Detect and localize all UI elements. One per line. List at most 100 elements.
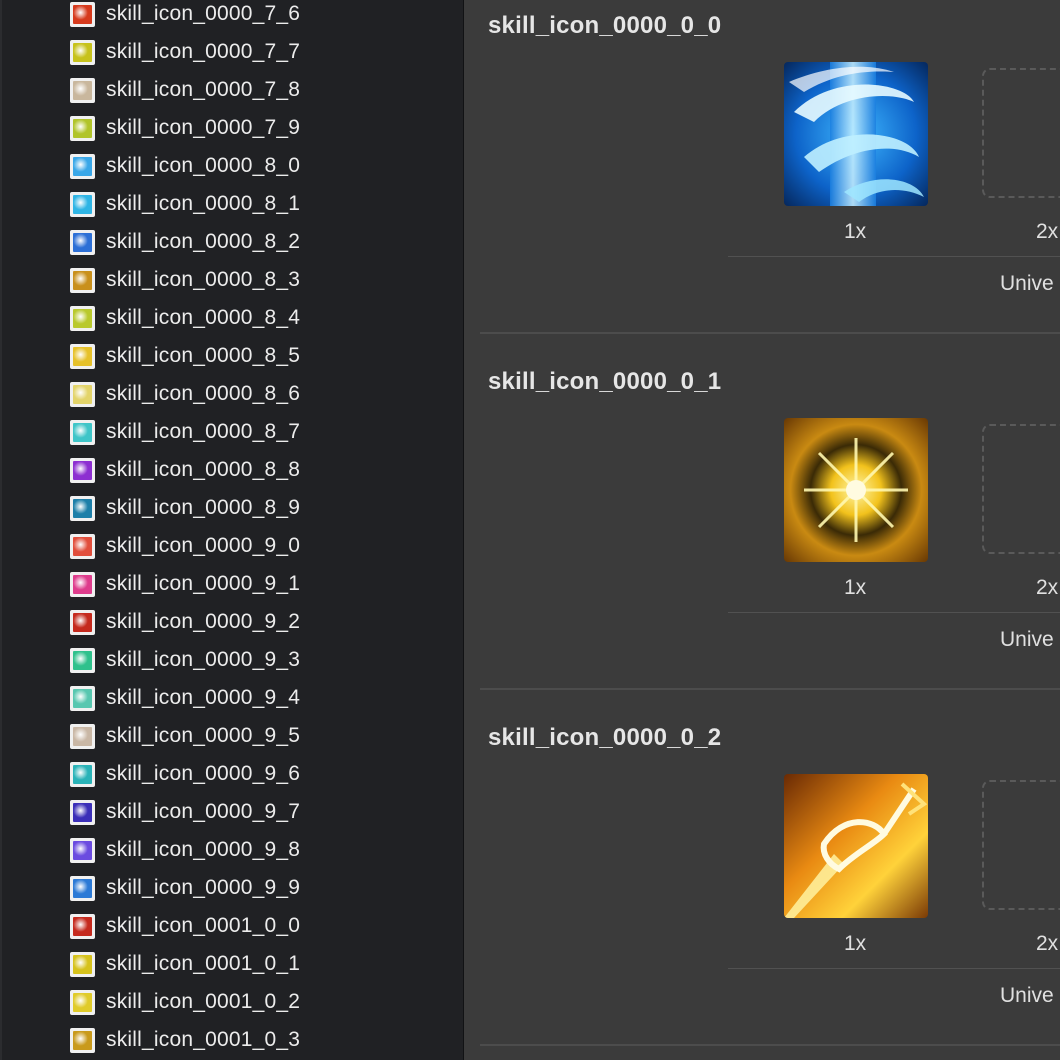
sidebar-item[interactable]: skill_icon_0000_9_1: [70, 566, 450, 602]
scale-label-1x: 1x: [844, 932, 867, 955]
skill-thumbnail-icon: [70, 305, 95, 331]
sidebar-item[interactable]: skill_icon_0000_8_9: [70, 490, 450, 526]
section-divider: [480, 1044, 1060, 1046]
scale-label-2x: 2x: [1036, 220, 1059, 243]
sidebar-item[interactable]: skill_icon_0000_7_6: [70, 0, 450, 32]
skill-thumbnail-icon: [70, 419, 95, 445]
sidebar-item-label: skill_icon_0000_8_6: [106, 382, 301, 405]
sidebar-item[interactable]: skill_icon_0000_8_3: [70, 262, 450, 298]
device-label: Unive: [1000, 272, 1054, 295]
sidebar-item-label: skill_icon_0000_8_8: [106, 458, 301, 481]
sidebar-edge: [0, 0, 2, 1060]
sidebar-item-label: skill_icon_0001_0_3: [106, 1028, 301, 1051]
skill-thumbnail-icon: [70, 837, 95, 863]
sidebar-item[interactable]: skill_icon_0000_8_0: [70, 148, 450, 184]
sidebar-item[interactable]: skill_icon_0001_0_2: [70, 984, 450, 1020]
skill-thumbnail-icon: [70, 875, 95, 901]
asset-list-sidebar: skill_icon_0000_7_6 skill_icon_0000_7_7sk…: [0, 0, 464, 1060]
scale-label-2x: 2x: [1036, 576, 1059, 599]
sidebar-item-label: skill_icon_0000_8_2: [106, 230, 301, 253]
empty-2x-slot[interactable]: [982, 68, 1060, 198]
sidebar-item[interactable]: skill_icon_0000_8_4: [70, 300, 450, 336]
sidebar-item[interactable]: skill_icon_0000_9_3: [70, 642, 450, 678]
sidebar-item[interactable]: skill_icon_0000_7_9: [70, 110, 450, 146]
sidebar-item[interactable]: skill_icon_0000_9_9: [70, 870, 450, 906]
image-set-title: skill_icon_0000_0_2: [488, 724, 722, 751]
sidebar-item-label: skill_icon_0000_9_8: [106, 838, 301, 861]
slot-divider: [728, 612, 1060, 613]
sidebar-item-label: skill_icon_0000_8_0: [106, 154, 301, 177]
sidebar-item-label: skill_icon_0000_9_4: [106, 686, 301, 709]
empty-2x-slot[interactable]: [982, 424, 1060, 554]
image-set-title: skill_icon_0000_0_1: [488, 368, 722, 395]
sidebar-item[interactable]: skill_icon_0000_7_8: [70, 72, 450, 108]
sidebar-item[interactable]: skill_icon_0000_8_1: [70, 186, 450, 222]
skill-thumbnail-icon: [70, 229, 95, 255]
sidebar-item[interactable]: skill_icon_0000_9_6: [70, 756, 450, 792]
skill-thumbnail-icon: [70, 685, 95, 711]
skill-thumbnail-icon: [70, 951, 95, 977]
sidebar-item-label: skill_icon_0000_7_8: [106, 78, 301, 101]
sidebar-item-label: skill_icon_0000_7_6: [106, 2, 301, 25]
golden-burst-icon[interactable]: [784, 418, 928, 562]
skill-thumbnail-icon: [70, 913, 95, 939]
sidebar-item-label: skill_icon_0000_9_2: [106, 610, 301, 633]
skill-thumbnail-icon: [70, 1027, 95, 1053]
skill-thumbnail-icon: [70, 495, 95, 521]
sidebar-item[interactable]: skill_icon_0001_0_0: [70, 908, 450, 944]
sidebar-item[interactable]: skill_icon_0000_8_6: [70, 376, 450, 412]
asset-detail-panel: skill_icon_0000_0_0 1x 2x Unive skill_ic…: [464, 0, 1060, 1060]
sidebar-item-label: skill_icon_0001_0_1: [106, 952, 301, 975]
skill-thumbnail-icon: [70, 267, 95, 293]
image-set-title: skill_icon_0000_0_0: [488, 12, 722, 39]
skill-thumbnail-icon: [70, 191, 95, 217]
skill-thumbnail-icon: [70, 153, 95, 179]
slot-divider: [728, 256, 1060, 257]
empty-2x-slot[interactable]: [982, 780, 1060, 910]
sidebar-item[interactable]: skill_icon_0000_9_5: [70, 718, 450, 754]
skill-thumbnail-icon: [70, 989, 95, 1015]
sidebar-item[interactable]: skill_icon_0000_8_8: [70, 452, 450, 488]
skill-thumbnail-icon: [70, 761, 95, 787]
device-label: Unive: [1000, 628, 1054, 651]
skill-thumbnail-icon: [70, 533, 95, 559]
sidebar-item-label: skill_icon_0000_8_7: [106, 420, 301, 443]
scale-label-1x: 1x: [844, 576, 867, 599]
sidebar-item-label: skill_icon_0000_8_9: [106, 496, 301, 519]
skill-thumbnail-icon: [70, 343, 95, 369]
sidebar-item[interactable]: skill_icon_0000_9_8: [70, 832, 450, 868]
skill-thumbnail-icon: [70, 571, 95, 597]
sidebar-item[interactable]: skill_icon_0000_8_2: [70, 224, 450, 260]
fire-staff-icon[interactable]: [784, 774, 928, 918]
sidebar-item-label: skill_icon_0001_0_0: [106, 914, 301, 937]
skill-thumbnail-icon: [70, 381, 95, 407]
sidebar-item[interactable]: skill_icon_0000_9_2: [70, 604, 450, 640]
sidebar-item[interactable]: skill_icon_0000_7_7: [70, 34, 450, 70]
sidebar-item-label: skill_icon_0001_0_2: [106, 990, 301, 1013]
sidebar-item-label: skill_icon_0000_9_3: [106, 648, 301, 671]
sidebar-item-label: skill_icon_0000_8_1: [106, 192, 301, 215]
sidebar-item-label: skill_icon_0000_8_3: [106, 268, 301, 291]
device-label: Unive: [1000, 984, 1054, 1007]
scale-label-2x: 2x: [1036, 932, 1059, 955]
scale-label-1x: 1x: [844, 220, 867, 243]
skill-thumbnail-icon: [70, 457, 95, 483]
skill-thumbnail-icon: [70, 723, 95, 749]
blue-swirl-icon[interactable]: [784, 62, 928, 206]
sidebar-item-label: skill_icon_0000_9_7: [106, 800, 301, 823]
sidebar-item-label: skill_icon_0000_9_6: [106, 762, 301, 785]
sidebar-item-label: skill_icon_0000_7_9: [106, 116, 301, 139]
sidebar-item[interactable]: skill_icon_0001_0_3: [70, 1022, 450, 1058]
sidebar-item-label: skill_icon_0000_7_7: [106, 40, 301, 63]
sidebar-item[interactable]: skill_icon_0001_0_1: [70, 946, 450, 982]
image-set-section: skill_icon_0000_0_1 1x 2x Unive: [464, 356, 1060, 712]
sidebar-item[interactable]: skill_icon_0000_8_7: [70, 414, 450, 450]
skill-thumbnail-icon: [70, 77, 95, 103]
sidebar-item[interactable]: skill_icon_0000_9_0: [70, 528, 450, 564]
sidebar-item-label: skill_icon_0000_8_5: [106, 344, 301, 367]
skill-thumbnail-icon: [70, 609, 95, 635]
sidebar-item[interactable]: skill_icon_0000_8_5: [70, 338, 450, 374]
section-divider: [480, 688, 1060, 690]
sidebar-item[interactable]: skill_icon_0000_9_7: [70, 794, 450, 830]
sidebar-item[interactable]: skill_icon_0000_9_4: [70, 680, 450, 716]
